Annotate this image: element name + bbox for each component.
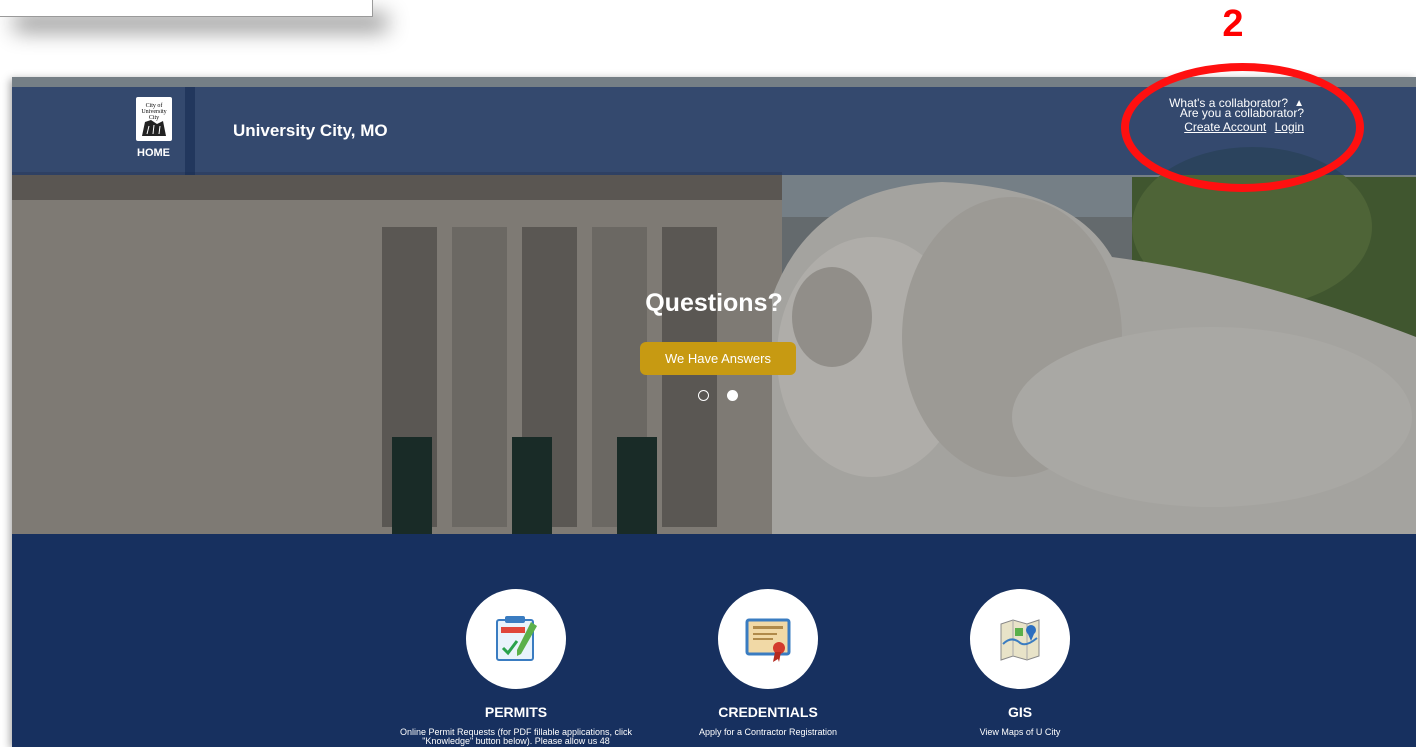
services-section: PERMITS Online Permit Requests (for PDF … <box>12 534 1416 747</box>
credentials-icon-circle <box>718 589 818 689</box>
city-seal-icon: City of University City <box>141 102 166 136</box>
hero-headline: Questions? <box>645 289 783 317</box>
service-title: PERMITS <box>484 704 548 720</box>
home-link[interactable]: City of University City HOME <box>12 87 195 175</box>
svg-text:City: City <box>148 115 158 121</box>
city-logo: City of University City <box>135 97 172 141</box>
svg-text:City of: City of <box>145 102 162 109</box>
we-have-answers-button[interactable]: We Have Answers <box>640 342 796 375</box>
service-description: View Maps of U City <box>979 727 1061 737</box>
gis-icon-circle <box>970 589 1070 689</box>
service-description: Apply for a Contractor Registration <box>698 727 838 737</box>
map-icon <box>1000 619 1040 661</box>
previous-screenshot-card <box>0 0 373 17</box>
service-title: CREDENTIALS <box>718 704 818 720</box>
service-credentials[interactable]: CREDENTIALS Apply for a Contractor Regis… <box>638 589 898 737</box>
service-description: Online Permit Requests (for PDF fillable… <box>399 727 633 746</box>
carousel-indicators <box>698 390 738 401</box>
step-number-annotation: 2 <box>1222 3 1244 45</box>
carousel-dot-1[interactable] <box>698 390 709 401</box>
site-title: University City, MO <box>233 121 388 140</box>
home-label: HOME <box>137 147 170 159</box>
permit-icon <box>496 616 537 661</box>
service-permits[interactable]: PERMITS Online Permit Requests (for PDF … <box>386 589 646 746</box>
annotation-highlight-circle <box>1121 63 1364 192</box>
permits-icon-circle <box>466 589 566 689</box>
carousel-dot-2[interactable] <box>727 390 738 401</box>
service-title: GIS <box>1007 704 1033 720</box>
service-gis[interactable]: GIS View Maps of U City <box>890 589 1150 737</box>
credential-certificate-icon <box>745 618 791 662</box>
